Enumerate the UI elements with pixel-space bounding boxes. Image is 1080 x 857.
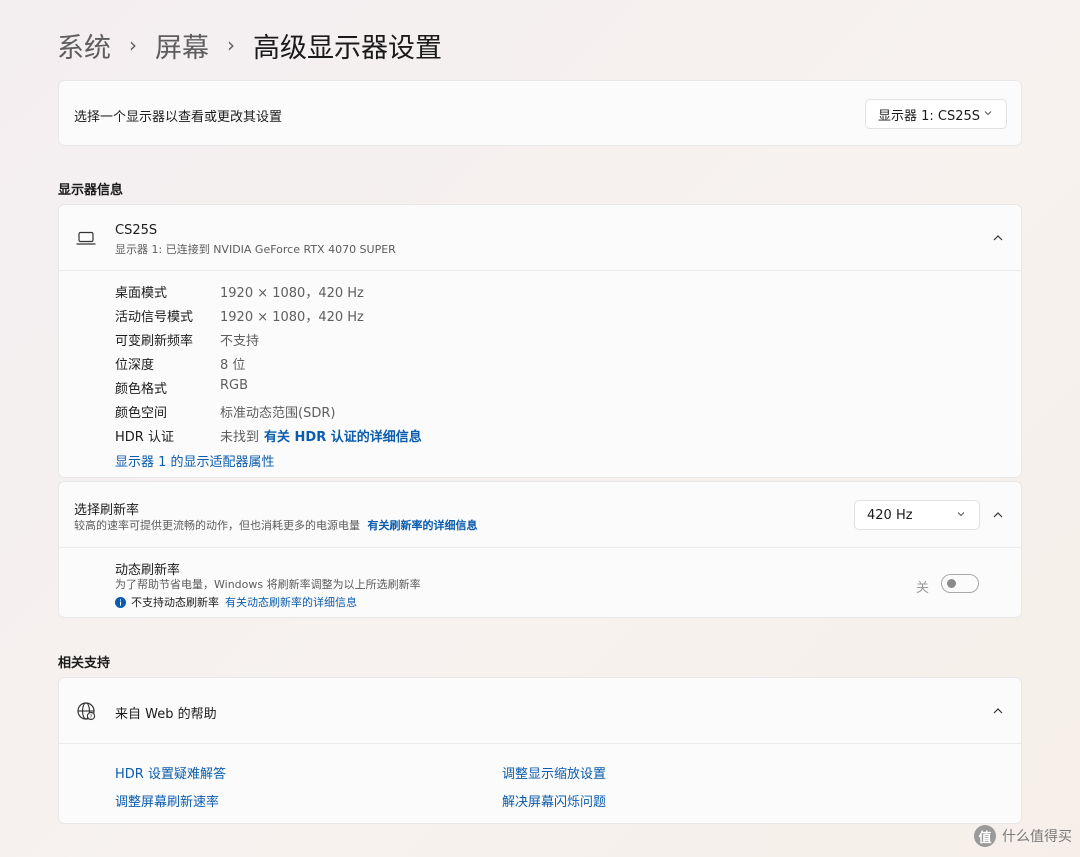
laptop-icon bbox=[76, 231, 96, 245]
info-row-desktop-mode: 桌面模式 1920 × 1080，420 Hz bbox=[115, 286, 364, 301]
dynamic-refresh-info-link[interactable]: 有关动态刷新率的详细信息 bbox=[225, 594, 357, 610]
refresh-rate-dropdown[interactable]: 420 Hz bbox=[854, 500, 980, 530]
chevron-up-icon[interactable] bbox=[992, 509, 1004, 521]
chevron-down-icon bbox=[984, 111, 992, 116]
watermark-text: 什么值得买 bbox=[1002, 829, 1072, 845]
chevron-up-icon[interactable] bbox=[992, 705, 1004, 717]
related-support-card: ? 来自 Web 的帮助 HDR 设置疑难解答 调整显示缩放设置 调整屏幕刷新速… bbox=[58, 677, 1022, 824]
select-display-label: 选择一个显示器以查看或更改其设置 bbox=[74, 110, 283, 125]
info-icon bbox=[115, 596, 126, 608]
divider bbox=[59, 743, 1021, 744]
info-row-hdr: HDR 认证 未找到 有关 HDR 认证的详细信息 bbox=[115, 426, 422, 445]
info-row-color-format: 颜色格式 RGB bbox=[115, 378, 249, 397]
support-link-hdr-troubleshoot[interactable]: HDR 设置疑难解答 bbox=[115, 763, 226, 782]
refresh-rate-info-link[interactable]: 有关刷新率的详细信息 bbox=[368, 519, 478, 532]
select-display-card: 选择一个显示器以查看或更改其设置 显示器 1: CS25S bbox=[58, 80, 1022, 146]
globe-help-icon: ? bbox=[77, 702, 96, 720]
chevron-down-icon bbox=[957, 512, 965, 517]
chevron-up-icon[interactable] bbox=[992, 232, 1004, 244]
dynamic-refresh-note: 不支持动态刷新率 有关动态刷新率的详细信息 bbox=[115, 594, 357, 610]
refresh-rate-value: 420 Hz bbox=[867, 507, 913, 523]
refresh-rate-desc: 较高的速率可提供更流畅的动作，但也消耗更多的电源电量 有关刷新率的详细信息 bbox=[74, 519, 478, 532]
divider bbox=[59, 547, 1021, 548]
breadcrumb: 系统 › 屏幕 › 高级显示器设置 bbox=[57, 26, 442, 65]
display-info-heading: 显示器信息 bbox=[58, 183, 124, 198]
page-title: 高级显示器设置 bbox=[253, 33, 442, 64]
adapter-properties-link[interactable]: 显示器 1 的显示适配器属性 bbox=[115, 451, 275, 470]
divider bbox=[59, 270, 1021, 271]
watermark: 值 什么值得买 bbox=[974, 825, 1072, 847]
watermark-badge: 值 bbox=[974, 825, 996, 847]
info-row-active-signal: 活动信号模式 1920 × 1080，420 Hz bbox=[115, 310, 364, 325]
breadcrumb-separator: › bbox=[129, 32, 137, 57]
dynamic-refresh-toggle[interactable] bbox=[941, 574, 979, 593]
svg-text:?: ? bbox=[90, 714, 93, 720]
refresh-rate-title: 选择刷新率 bbox=[74, 503, 140, 518]
refresh-rate-card: 选择刷新率 较高的速率可提供更流畅的动作，但也消耗更多的电源电量 有关刷新率的详… bbox=[58, 481, 1022, 618]
support-link-flicker[interactable]: 解决屏幕闪烁问题 bbox=[502, 791, 606, 810]
breadcrumb-item-system[interactable]: 系统 bbox=[57, 26, 111, 65]
display-name: CS25S bbox=[115, 223, 158, 238]
breadcrumb-item-display[interactable]: 屏幕 bbox=[155, 26, 209, 65]
breadcrumb-separator: › bbox=[227, 32, 235, 57]
support-link-scale-settings[interactable]: 调整显示缩放设置 bbox=[502, 763, 606, 782]
info-row-bit-depth: 位深度 8 位 bbox=[115, 358, 246, 373]
info-row-color-space: 颜色空间 标准动态范围(SDR) bbox=[115, 406, 336, 421]
support-link-refresh-rate[interactable]: 调整屏幕刷新速率 bbox=[115, 791, 219, 810]
display-info-card: CS25S 显示器 1: 已连接到 NVIDIA GeForce RTX 407… bbox=[58, 204, 1022, 478]
display-dropdown-value: 显示器 1: CS25S bbox=[878, 108, 981, 124]
hdr-info-link[interactable]: 有关 HDR 认证的详细信息 bbox=[264, 426, 422, 445]
info-row-vrr: 可变刷新频率 不支持 bbox=[115, 334, 260, 349]
web-help-title: 来自 Web 的帮助 bbox=[115, 707, 217, 722]
dynamic-refresh-desc: 为了帮助节省电量，Windows 将刷新率调整为以上所选刷新率 bbox=[115, 578, 421, 591]
display-dropdown[interactable]: 显示器 1: CS25S bbox=[865, 99, 1007, 129]
display-subtitle: 显示器 1: 已连接到 NVIDIA GeForce RTX 4070 SUPE… bbox=[115, 243, 396, 256]
related-support-heading: 相关支持 bbox=[58, 656, 111, 671]
toggle-knob bbox=[947, 579, 956, 588]
toggle-state-label: 关 bbox=[916, 581, 930, 596]
